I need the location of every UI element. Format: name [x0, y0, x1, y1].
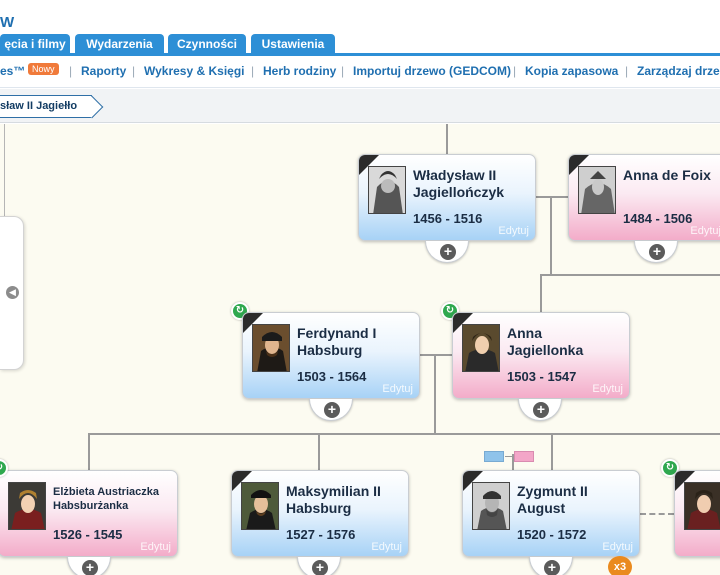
person-dates: 1526 - 1545: [53, 527, 123, 542]
connector-line: [540, 274, 542, 312]
edit-link[interactable]: Edytuj: [498, 225, 529, 237]
person-dates: 1503 - 1564: [297, 369, 367, 384]
portrait-image: [8, 482, 46, 530]
female-marker: [514, 451, 534, 462]
separator: |: [341, 64, 345, 78]
sub-navigation: es™ Nowy | Raporty | Wykresy & Księgi | …: [0, 56, 720, 88]
connector-line: [318, 433, 320, 471]
connector-line: [420, 354, 452, 356]
connector-line: [434, 354, 436, 434]
edit-link[interactable]: Edytuj: [382, 383, 413, 395]
add-relative-button[interactable]: +: [529, 557, 573, 575]
plus-icon: +: [533, 402, 549, 418]
chevron-left-icon[interactable]: ◀: [6, 286, 19, 299]
separator: |: [251, 64, 255, 78]
spouse-count-badge[interactable]: x3: [608, 556, 632, 575]
main-tabs: ęcia i filmy Wydarzenia Czynności Ustawi…: [0, 34, 720, 54]
plus-icon: +: [312, 560, 328, 575]
edit-link[interactable]: Edytuj: [371, 541, 402, 553]
deceased-ribbon-icon: [463, 471, 483, 491]
edit-link[interactable]: Edytuj: [140, 541, 171, 553]
add-relative-button[interactable]: +: [634, 241, 678, 263]
person-name[interactable]: Zygmunt II August: [517, 483, 627, 517]
person-card[interactable]: Elżbieta Austriaczka Habsburżanka 1526 -…: [0, 470, 178, 557]
plus-icon: +: [649, 244, 665, 260]
panel-border: [4, 124, 5, 216]
person-card[interactable]: Zygmunt II August 1520 - 1572 Edytuj: [462, 470, 640, 557]
deceased-ribbon-icon: [569, 155, 589, 175]
connector-line: [88, 433, 720, 435]
person-dates: 1520 - 1572: [517, 527, 587, 542]
plus-icon: +: [440, 244, 456, 260]
add-relative-button[interactable]: +: [67, 557, 111, 575]
edit-link[interactable]: Edytuj: [690, 225, 720, 237]
person-card[interactable]: Władysław II Jagiellończyk 1456 - 1516 E…: [358, 154, 536, 241]
side-panel-toggle[interactable]: ◀: [0, 216, 24, 370]
connector-line: [446, 124, 448, 154]
person-dates: 1527 - 1576: [286, 527, 356, 542]
subnav-item-backup[interactable]: Kopia zapasowa: [525, 64, 618, 78]
add-relative-button[interactable]: +: [309, 399, 353, 421]
connector-line: [551, 433, 553, 471]
tab-activities[interactable]: Czynności: [168, 34, 246, 54]
connector-line: [536, 196, 568, 198]
deceased-ribbon-icon: [232, 471, 252, 491]
person-dates: 1503 - 1547: [507, 369, 577, 384]
breadcrumb[interactable]: sław II Jagiełło: [0, 95, 93, 118]
deceased-ribbon-icon: [243, 313, 263, 333]
person-name[interactable]: Anna Jagiellonka: [507, 325, 617, 359]
spouse-dashed-line: [640, 513, 674, 515]
subnav-item-family-crest[interactable]: Herb rodziny: [263, 64, 336, 78]
breadcrumb-label: sław II Jagiełło: [0, 100, 78, 112]
plus-icon: +: [324, 402, 340, 418]
separator: |: [625, 64, 629, 78]
separator: |: [513, 64, 517, 78]
breadcrumb-bar: sław II Jagiełło: [0, 89, 720, 123]
plus-icon: +: [82, 560, 98, 575]
plus-icon: +: [544, 560, 560, 575]
app-title: W: [0, 14, 15, 31]
person-card[interactable]: Maksymilian II Habsburg 1527 - 1576 Edyt…: [231, 470, 409, 557]
add-relative-button[interactable]: +: [518, 399, 562, 421]
person-name[interactable]: Anna de Foix: [623, 167, 720, 184]
person-dates: 1484 - 1506: [623, 211, 693, 226]
add-relative-button[interactable]: +: [297, 557, 341, 575]
deceased-ribbon-icon: [453, 313, 473, 333]
tab-settings[interactable]: Ustawienia: [251, 34, 335, 54]
tab-events[interactable]: Wydarzenia: [75, 34, 164, 54]
subnav-item-charts-books[interactable]: Wykresy & Księgi: [144, 64, 245, 78]
male-marker: [484, 451, 504, 462]
separator: |: [132, 64, 136, 78]
connector-line: [540, 274, 720, 276]
subnav-item-import-gedcom[interactable]: Importuj drzewo (GEDCOM): [353, 64, 511, 78]
person-name[interactable]: Elżbieta Austriaczka Habsburżanka: [53, 485, 177, 513]
connector-line: [88, 433, 90, 471]
person-card[interactable]: Anna de Foix 1484 - 1506 Edytuj: [568, 154, 720, 241]
add-relative-button[interactable]: +: [425, 241, 469, 263]
person-dates: 1456 - 1516: [413, 211, 483, 226]
new-badge: Nowy: [28, 63, 59, 75]
person-card[interactable]: Ferdynand I Habsburg 1503 - 1564 Edytuj: [242, 312, 420, 399]
subnav-item-manage-tree[interactable]: Zarządzaj drze: [637, 64, 720, 78]
link-line: [505, 456, 514, 457]
deceased-ribbon-icon: [675, 471, 695, 491]
edit-link[interactable]: Edytuj: [592, 383, 623, 395]
subnav-item-partial[interactable]: es™: [0, 64, 25, 78]
person-card-partial[interactable]: [674, 470, 720, 557]
edit-link[interactable]: Edytuj: [602, 541, 633, 553]
tab-media[interactable]: ęcia i filmy: [0, 34, 70, 54]
person-name[interactable]: Maksymilian II Habsburg: [286, 483, 396, 517]
person-name[interactable]: Władysław II Jagiellończyk: [413, 167, 523, 201]
deceased-ribbon-icon: [359, 155, 379, 175]
connector-line: [550, 196, 552, 276]
family-tree-canvas[interactable]: ◀ Władysław II Jagiellończyk 1456 - 1516…: [0, 124, 720, 575]
person-card[interactable]: Anna Jagiellonka 1503 - 1547 Edytuj: [452, 312, 630, 399]
separator: |: [69, 64, 73, 78]
person-name[interactable]: Ferdynand I Habsburg: [297, 325, 407, 359]
subnav-item-reports[interactable]: Raporty: [81, 64, 126, 78]
couple-indicator: [484, 451, 536, 463]
